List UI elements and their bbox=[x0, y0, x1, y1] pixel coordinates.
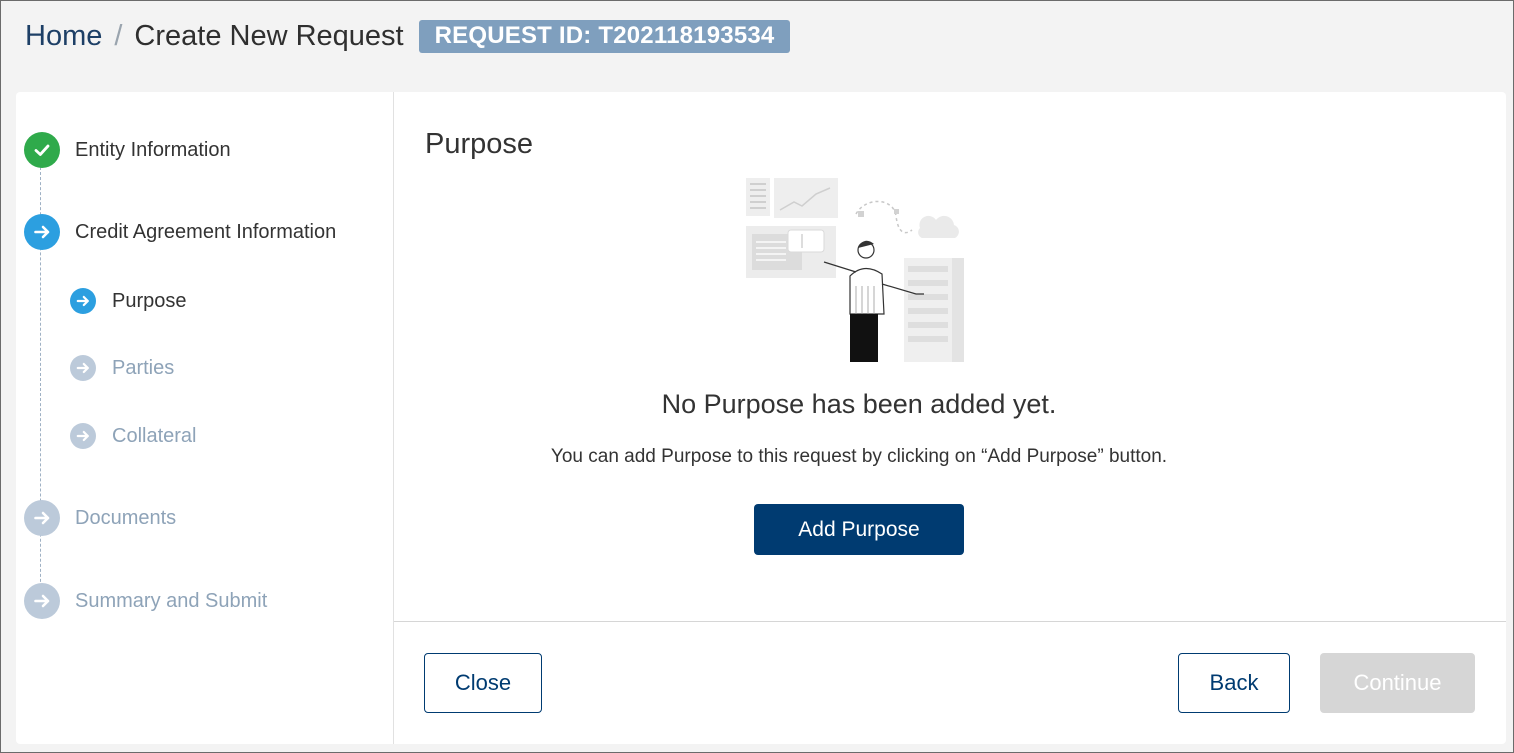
arrow-right-icon bbox=[24, 214, 60, 250]
arrow-right-icon bbox=[70, 423, 96, 449]
breadcrumb-home-link[interactable]: Home bbox=[25, 20, 102, 53]
step-navigation: Entity Information Credit Agreement Info… bbox=[16, 92, 394, 744]
substep-collateral[interactable]: Collateral bbox=[70, 423, 196, 449]
substep-label: Parties bbox=[112, 356, 175, 379]
continue-button[interactable]: Continue bbox=[1320, 653, 1475, 713]
step-label: Entity Information bbox=[75, 138, 231, 161]
request-card: Entity Information Credit Agreement Info… bbox=[16, 92, 1506, 744]
back-button[interactable]: Back bbox=[1178, 653, 1290, 713]
substep-parties[interactable]: Parties bbox=[70, 355, 174, 381]
substep-label: Collateral bbox=[112, 424, 197, 447]
close-button[interactable]: Close bbox=[424, 653, 542, 713]
empty-state-description: You can add Purpose to this request by c… bbox=[550, 446, 1168, 467]
request-id-badge: REQUEST ID: T202118193534 bbox=[418, 19, 791, 53]
step-label: Documents bbox=[75, 506, 177, 529]
empty-state-illustration bbox=[744, 176, 974, 371]
substep-label: Purpose bbox=[112, 289, 187, 312]
step-credit-agreement-information[interactable]: Credit Agreement Information bbox=[24, 214, 336, 250]
purpose-panel: Purpose No Purpose has been added yet. Y… bbox=[394, 92, 1506, 744]
step-entity-information[interactable]: Entity Information bbox=[24, 132, 231, 168]
breadcrumb-separator: / bbox=[114, 19, 123, 52]
empty-state-title: No Purpose has been added yet. bbox=[661, 389, 1057, 419]
step-summary-and-submit[interactable]: Summary and Submit bbox=[24, 583, 267, 619]
arrow-right-icon bbox=[24, 583, 60, 619]
arrow-right-icon bbox=[70, 288, 96, 314]
step-documents[interactable]: Documents bbox=[24, 500, 176, 536]
arrow-right-icon bbox=[24, 500, 60, 536]
check-icon bbox=[24, 132, 60, 168]
breadcrumb: Home / Create New Request REQUEST ID: T2… bbox=[25, 16, 791, 56]
footer-divider bbox=[394, 621, 1506, 622]
step-label: Summary and Submit bbox=[75, 589, 268, 612]
add-purpose-button[interactable]: Add Purpose bbox=[754, 504, 964, 555]
arrow-right-icon bbox=[70, 355, 96, 381]
section-title: Purpose bbox=[425, 128, 534, 160]
substep-purpose[interactable]: Purpose bbox=[70, 288, 187, 314]
step-label: Credit Agreement Information bbox=[75, 220, 337, 243]
breadcrumb-current-page: Create New Request bbox=[134, 19, 404, 52]
